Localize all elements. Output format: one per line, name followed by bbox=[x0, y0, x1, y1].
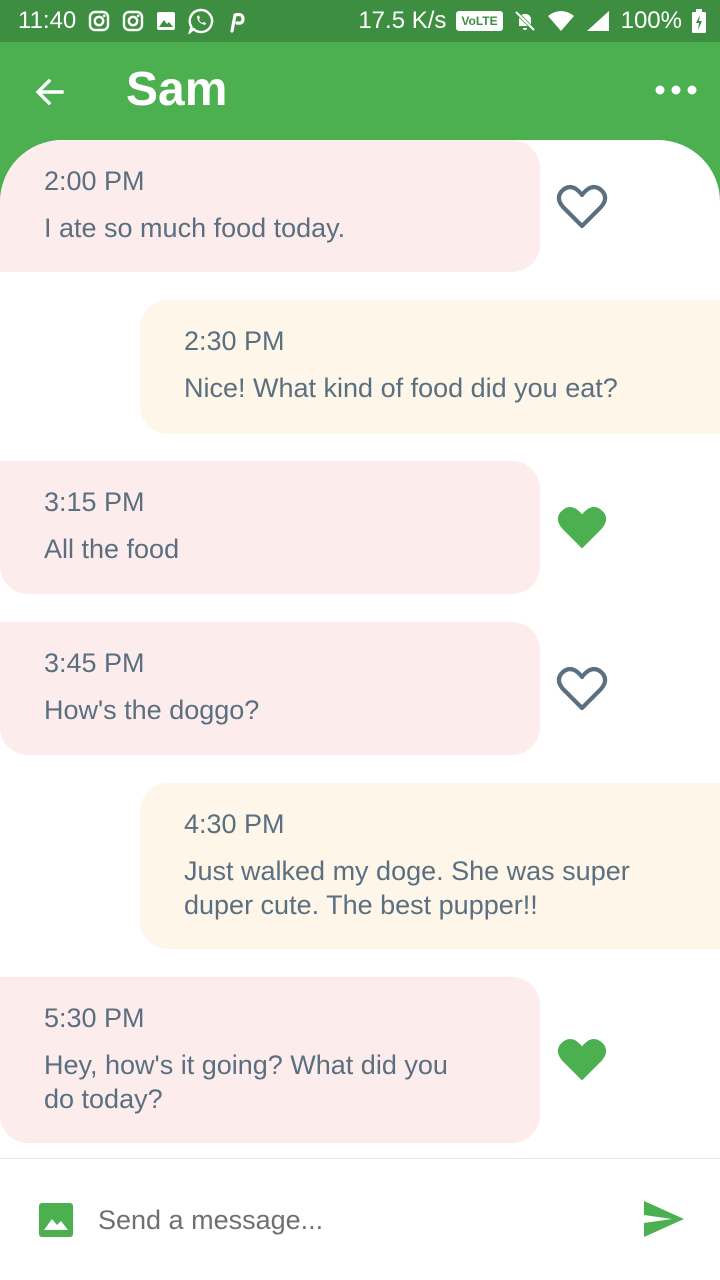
image-icon bbox=[39, 1203, 73, 1237]
heart-outline-icon bbox=[556, 184, 608, 229]
outgoing-message: 2:30 PM Nice! What kind of food did you … bbox=[140, 300, 720, 434]
back-button[interactable] bbox=[30, 72, 70, 112]
more-horizontal-icon bbox=[655, 85, 697, 95]
incoming-message: 2:00 PM I ate so much food today. bbox=[0, 140, 540, 272]
status-bar: 11:40 17.5 K/s VoLTE 100% bbox=[0, 0, 720, 42]
incoming-message: 3:45 PM How's the doggo? bbox=[0, 622, 540, 755]
heart-filled-icon bbox=[557, 507, 607, 548]
network-speed: 17.5 K/s bbox=[358, 7, 447, 34]
gallery-icon bbox=[156, 11, 176, 31]
incoming-message: 3:15 PM All the food bbox=[0, 461, 540, 594]
like-button[interactable] bbox=[556, 666, 608, 712]
battery-icon bbox=[692, 9, 706, 33]
notifications-off-icon bbox=[513, 9, 537, 33]
message-composer bbox=[0, 1158, 720, 1280]
message-input[interactable] bbox=[98, 1197, 618, 1243]
message-text: How's the doggo? bbox=[44, 695, 260, 725]
like-button[interactable] bbox=[556, 505, 608, 551]
incoming-message: 5:30 PM Hey, how's it going? What did yo… bbox=[0, 977, 540, 1143]
attach-image-button[interactable] bbox=[38, 1202, 74, 1238]
send-icon bbox=[644, 1201, 684, 1237]
app-bar: Sam bbox=[0, 42, 720, 140]
arrow-back-icon bbox=[35, 78, 64, 106]
volte-badge: VoLTE bbox=[456, 11, 503, 31]
whatsapp-icon bbox=[188, 8, 214, 34]
message-text: Just walked my doge. She was super duper… bbox=[184, 856, 630, 920]
more-options-button[interactable] bbox=[654, 78, 698, 102]
send-button[interactable] bbox=[642, 1199, 686, 1239]
heart-outline-icon bbox=[556, 666, 608, 711]
like-button[interactable] bbox=[556, 184, 608, 230]
message-time: 3:45 PM bbox=[44, 648, 145, 678]
message-time: 2:00 PM bbox=[44, 166, 145, 196]
message-time: 2:30 PM bbox=[184, 326, 285, 356]
pinterest-icon bbox=[226, 9, 248, 33]
heart-filled-icon bbox=[557, 1039, 607, 1080]
like-button[interactable] bbox=[556, 1037, 608, 1083]
page-title: Sam bbox=[126, 63, 228, 116]
instagram-icon bbox=[88, 10, 110, 32]
outgoing-message: 4:30 PM Just walked my doge. She was sup… bbox=[140, 783, 720, 949]
message-text: Hey, how's it going? What did you do tod… bbox=[44, 1050, 448, 1114]
message-text: Nice! What kind of food did you eat? bbox=[184, 373, 618, 403]
battery-percent: 100% bbox=[620, 7, 682, 34]
instagram-icon bbox=[122, 10, 144, 32]
signal-icon bbox=[585, 9, 611, 33]
message-text: All the food bbox=[44, 534, 180, 564]
message-list: 2:00 PM I ate so much food today. 2:30 P… bbox=[0, 140, 720, 1158]
status-time: 11:40 bbox=[18, 7, 77, 34]
message-time: 3:15 PM bbox=[44, 487, 145, 517]
message-time: 5:30 PM bbox=[44, 1003, 145, 1033]
message-text: I ate so much food today. bbox=[44, 213, 346, 243]
message-time: 4:30 PM bbox=[184, 809, 285, 839]
wifi-icon bbox=[547, 9, 575, 33]
